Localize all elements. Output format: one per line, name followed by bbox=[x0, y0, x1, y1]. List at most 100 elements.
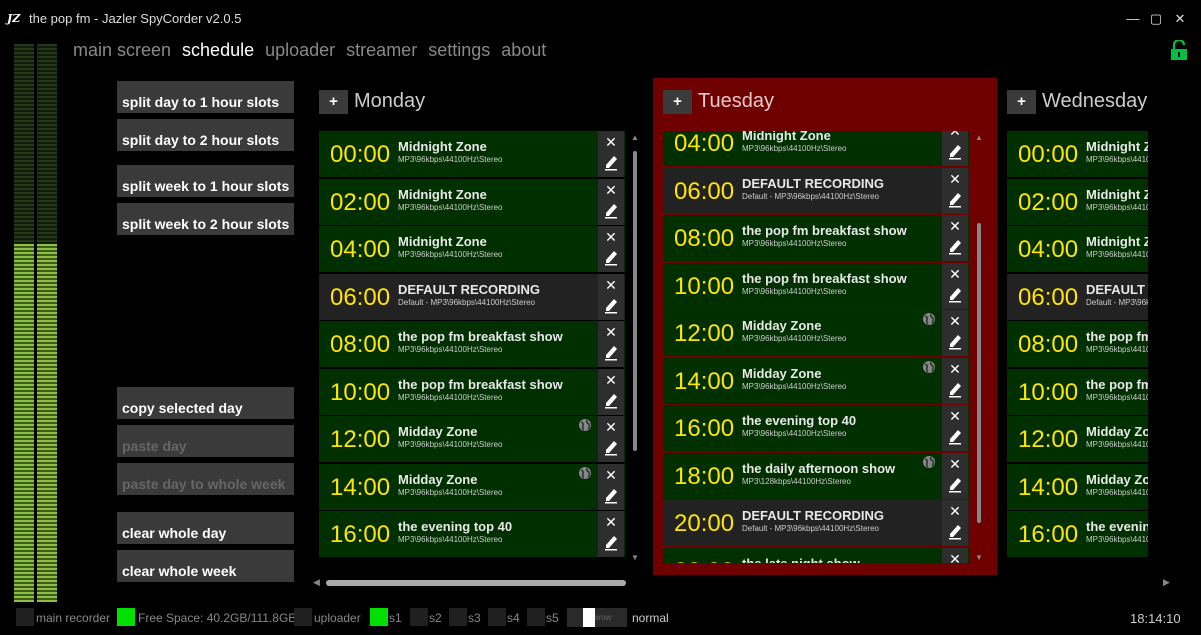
pen-icon[interactable] bbox=[948, 429, 962, 445]
day-name[interactable]: Monday bbox=[354, 90, 425, 113]
pen-icon[interactable] bbox=[604, 250, 618, 266]
schedule-slot[interactable]: 08:00 the pop fm breakfast showMP3\96kbps… bbox=[663, 215, 969, 261]
maximize-button[interactable]: ▢ bbox=[1146, 10, 1166, 28]
nav-schedule[interactable]: schedule bbox=[182, 40, 254, 61]
close-icon[interactable]: ✕ bbox=[598, 323, 624, 341]
schedule-slot[interactable]: 10:00 the pop fm breakfast showMP3\96kbps… bbox=[319, 368, 625, 415]
add-slot-button[interactable]: + bbox=[663, 90, 692, 114]
schedule-slot[interactable]: 22:00the late night showMP3\96kbps\44100… bbox=[663, 547, 969, 564]
split-day-to-1-hour-slots-button[interactable]: split day to 1 hour slots bbox=[117, 81, 294, 113]
schedule-slot[interactable]: 00:00 Midnight ZoneMP3\96kbps\44100Hz\Ste… bbox=[319, 131, 625, 177]
close-icon[interactable]: ✕ bbox=[598, 228, 624, 246]
add-slot-button[interactable]: + bbox=[319, 90, 348, 114]
schedule-slot[interactable]: 16:00 the evening top 40MP3\96kbps\44100H… bbox=[1007, 511, 1148, 557]
scroll-right-arrow[interactable]: ▶ bbox=[1163, 577, 1170, 588]
vertical-scrollbar-monday[interactable]: ▲ ▼ bbox=[630, 133, 640, 563]
copy-selected-day-button[interactable]: copy selected day bbox=[117, 387, 294, 419]
vertical-scrollbar-tuesday[interactable]: ▲ ▼ bbox=[974, 133, 984, 563]
pen-icon[interactable] bbox=[604, 155, 618, 171]
pen-icon[interactable] bbox=[604, 345, 618, 361]
clear-whole-day-button[interactable]: clear whole day bbox=[117, 512, 294, 544]
close-icon[interactable]: ✕ bbox=[942, 407, 968, 425]
schedule-slot[interactable]: 06:00 DEFAULT RECORDINGDefault - MP3\96kb… bbox=[1007, 273, 1148, 320]
schedule-slot[interactable]: 20:00 DEFAULT RECORDING Default - MP3\96kb… bbox=[663, 500, 969, 546]
schedule-slot[interactable]: 04:00 Midnight ZoneMP3\96kbps\44100Hz\Ste… bbox=[663, 131, 969, 166]
schedule-slot[interactable]: 08:00 the pop fm breakfast showMP3\96kbps… bbox=[1007, 321, 1148, 367]
horizontal-scrollbar[interactable]: ◀ ▶ bbox=[313, 577, 1173, 589]
close-icon[interactable]: ✕ bbox=[942, 360, 968, 378]
minimize-button[interactable]: — bbox=[1123, 10, 1143, 28]
close-icon[interactable]: ✕ bbox=[598, 513, 624, 531]
day-slot-list-tuesday[interactable]: 04:00 Midnight Zone MP3\96kbps\44100Hz\Ste… bbox=[663, 131, 969, 563]
pen-icon[interactable] bbox=[948, 239, 962, 255]
split-day-to-2-hour-slots-button[interactable]: split day to 2 hour slots bbox=[117, 119, 294, 151]
day-slot-list-wednesday[interactable]: 00:00Midnight ZoneMP3\96kbps\44100Hz\Ste… bbox=[1007, 131, 1148, 563]
scroll-up-arrow[interactable]: ▲ bbox=[974, 133, 984, 142]
close-icon[interactable]: ✕ bbox=[942, 217, 968, 235]
schedule-slot[interactable]: 14:00 Midday ZoneMP3\96kbps\44100Hz\Stere… bbox=[663, 357, 969, 404]
nav-main-screen[interactable]: main screen bbox=[73, 40, 171, 61]
close-icon[interactable]: ✕ bbox=[942, 265, 968, 283]
paste-day-button[interactable]: paste day bbox=[117, 425, 294, 457]
pen-icon[interactable] bbox=[948, 524, 962, 540]
schedule-slot[interactable]: 10:00 the pop fm breakfast showMP3\96kbps… bbox=[663, 262, 969, 309]
close-icon[interactable]: ✕ bbox=[598, 371, 624, 389]
close-icon[interactable]: ✕ bbox=[598, 418, 624, 436]
pen-icon[interactable] bbox=[948, 192, 962, 208]
nav-streamer[interactable]: streamer bbox=[346, 40, 417, 61]
close-icon[interactable]: ✕ bbox=[598, 276, 624, 294]
pen-icon[interactable] bbox=[948, 287, 962, 303]
pen-icon[interactable] bbox=[948, 144, 962, 160]
close-icon[interactable]: ✕ bbox=[598, 181, 624, 199]
scroll-left-arrow[interactable]: ◀ bbox=[313, 577, 320, 588]
scroll-down-arrow[interactable]: ▼ bbox=[974, 553, 984, 562]
schedule-slot[interactable]: 14:00 Midday ZoneMP3\96kbps\44100Hz\Stere… bbox=[319, 463, 625, 510]
close-icon[interactable]: ✕ bbox=[942, 131, 968, 140]
lock-icon[interactable] bbox=[1170, 40, 1188, 60]
close-icon[interactable]: ✕ bbox=[942, 312, 968, 330]
pen-icon[interactable] bbox=[604, 488, 618, 504]
close-icon[interactable]: ✕ bbox=[942, 550, 968, 564]
schedule-slot[interactable]: 08:00 the pop fm breakfast showMP3\96kbps… bbox=[319, 321, 625, 367]
nav-about[interactable]: about bbox=[501, 40, 546, 61]
day-slot-list-monday[interactable]: 00:00 Midnight Zone MP3\96kbps\44100Hz\Ste… bbox=[319, 131, 625, 563]
schedule-slot[interactable]: 12:00 Midday ZoneMP3\96kbps\44100Hz\Stere… bbox=[1007, 416, 1148, 462]
pen-icon[interactable] bbox=[604, 440, 618, 456]
schedule-slot[interactable]: 16:00 the evening top 40MP3\96kbps\44100H… bbox=[663, 405, 969, 451]
day-name[interactable]: Tuesday bbox=[698, 90, 774, 113]
pen-icon[interactable] bbox=[604, 393, 618, 409]
close-icon[interactable]: ✕ bbox=[942, 455, 968, 473]
schedule-slot[interactable]: 02:00 Midnight ZoneMP3\96kbps\44100Hz\Ste… bbox=[1007, 178, 1148, 225]
scroll-down-arrow[interactable]: ▼ bbox=[630, 553, 640, 562]
add-slot-button[interactable]: + bbox=[1007, 90, 1036, 114]
pen-icon[interactable] bbox=[604, 203, 618, 219]
schedule-slot[interactable]: 04:00 Midnight ZoneMP3\96kbps\44100Hz\Ste… bbox=[1007, 226, 1148, 272]
schedule-slot[interactable]: 04:00 Midnight ZoneMP3\96kbps\44100Hz\Ste… bbox=[319, 226, 625, 272]
schedule-slot[interactable]: 06:00 DEFAULT RECORDINGDefault - MP3\96kb… bbox=[663, 167, 969, 214]
schedule-slot[interactable]: 12:00 Midday ZoneMP3\96kbps\44100Hz\Stere… bbox=[319, 416, 625, 462]
split-week-to-1-hour-slots-button[interactable]: split week to 1 hour slots bbox=[117, 165, 294, 197]
close-icon[interactable]: ✕ bbox=[598, 133, 624, 151]
vertical-scroll-thumb[interactable] bbox=[633, 151, 637, 451]
schedule-slot[interactable]: 10:00 the pop fm breakfast showMP3\96kbps… bbox=[1007, 368, 1148, 415]
scroll-up-arrow[interactable]: ▲ bbox=[630, 133, 640, 142]
schedule-slot[interactable]: 18:00 the daily afternoon show MP3\128kbps… bbox=[663, 452, 969, 499]
close-button[interactable]: ✕ bbox=[1170, 10, 1190, 28]
vertical-scroll-thumb[interactable] bbox=[977, 223, 981, 523]
pen-icon[interactable] bbox=[948, 477, 962, 493]
schedule-slot[interactable]: 02:00 Midnight ZoneMP3\96kbps\44100Hz\Ste… bbox=[319, 178, 625, 225]
close-icon[interactable]: ✕ bbox=[598, 466, 624, 484]
pen-icon[interactable] bbox=[604, 535, 618, 551]
close-icon[interactable]: ✕ bbox=[942, 502, 968, 520]
day-name[interactable]: Wednesday bbox=[1042, 90, 1147, 113]
schedule-slot[interactable]: 16:00 the evening top 40MP3\96kbps\44100H… bbox=[319, 511, 625, 557]
pen-icon[interactable] bbox=[948, 382, 962, 398]
clear-whole-week-button[interactable]: clear whole week bbox=[117, 550, 294, 582]
schedule-slot[interactable]: 06:00 DEFAULT RECORDINGDefault - MP3\96kb… bbox=[319, 273, 625, 320]
schedule-slot[interactable]: 00:00 Midnight ZoneMP3\96kbps\44100Hz\Ste… bbox=[1007, 131, 1148, 177]
paste-day-to-whole-week-button[interactable]: paste day to whole week bbox=[117, 463, 294, 495]
pen-icon[interactable] bbox=[604, 298, 618, 314]
nav-settings[interactable]: settings bbox=[428, 40, 490, 61]
schedule-slot[interactable]: 12:00 Midday ZoneMP3\96kbps\44100Hz\Stere… bbox=[663, 310, 969, 356]
pen-icon[interactable] bbox=[948, 334, 962, 350]
